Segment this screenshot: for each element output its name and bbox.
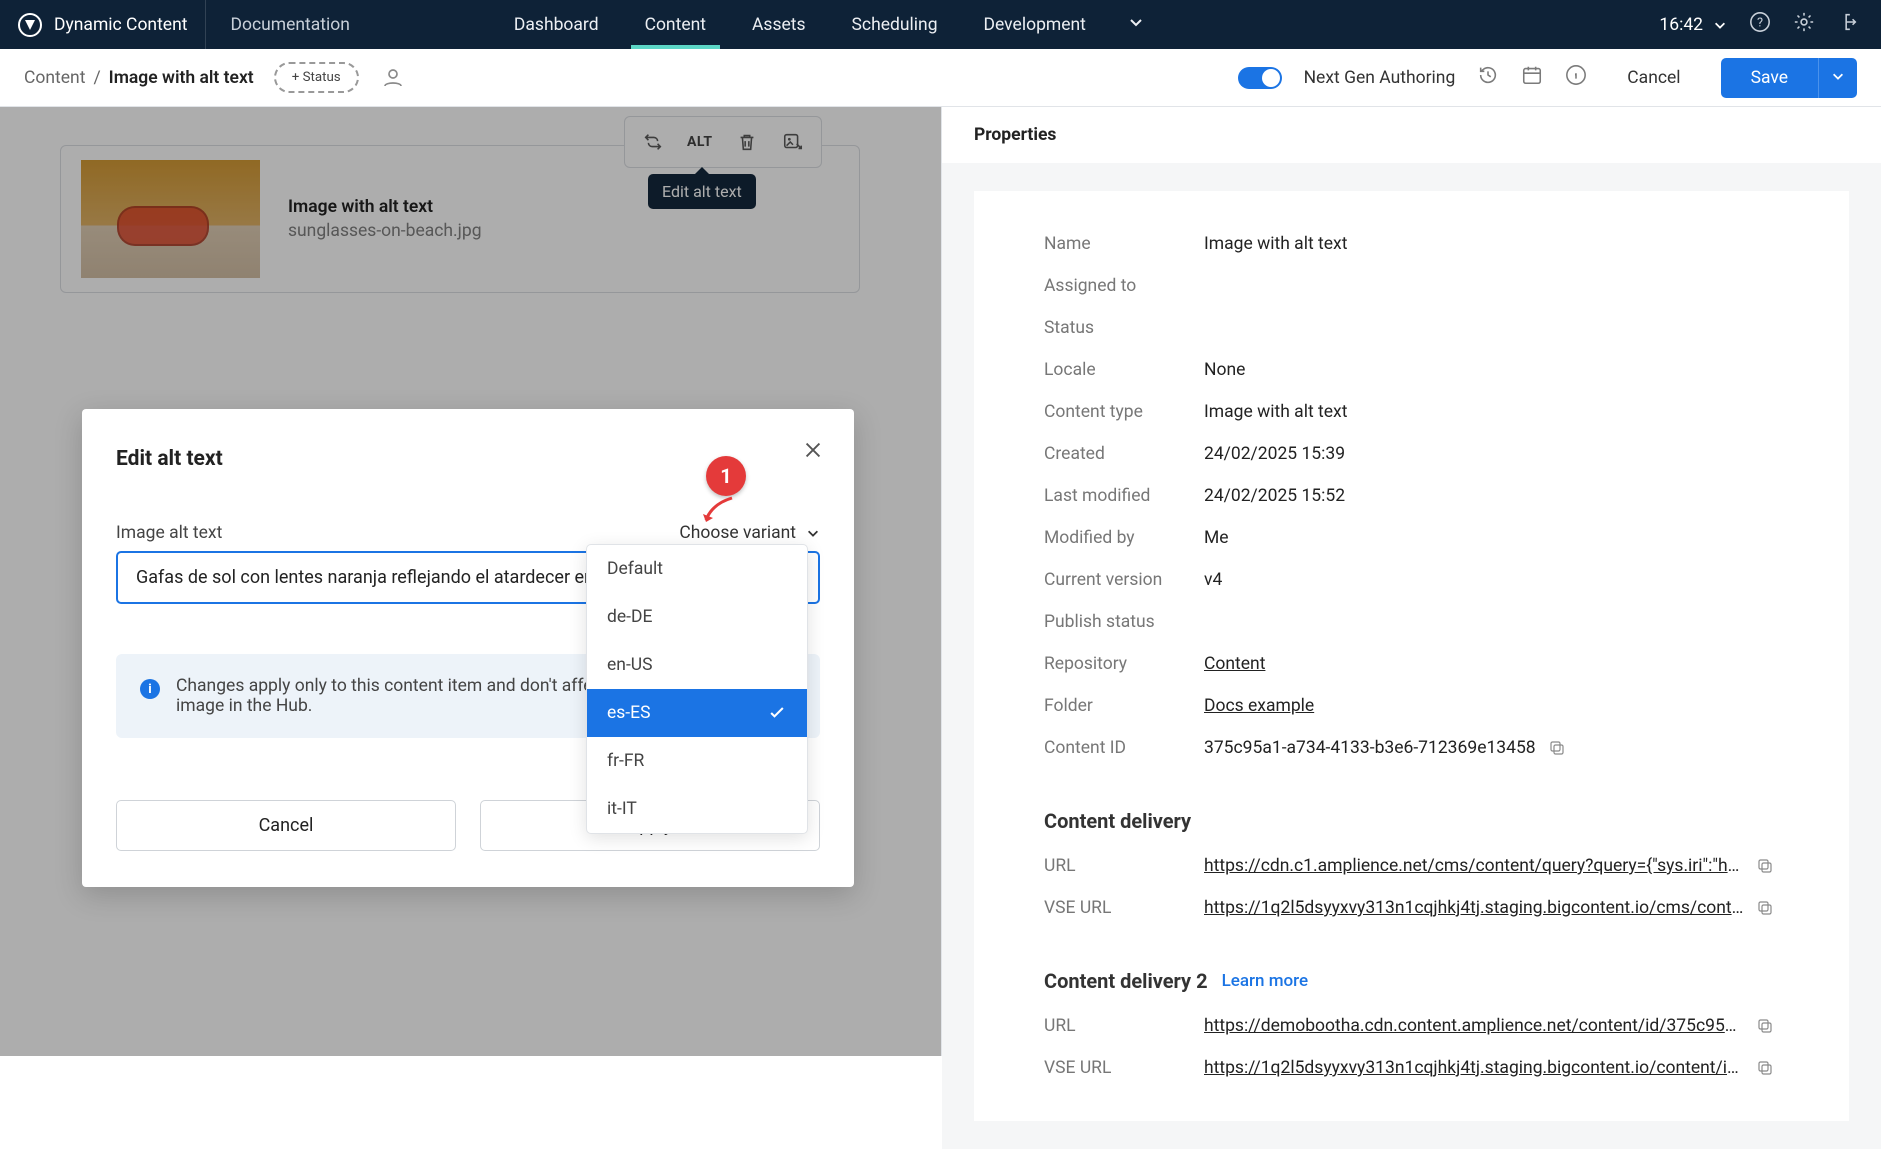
variant-option-es-ES[interactable]: es-ES — [587, 689, 807, 737]
copy-icon[interactable] — [1756, 857, 1774, 875]
copy-icon[interactable] — [1756, 1059, 1774, 1077]
brand-logo-icon — [18, 13, 42, 37]
v-ver: v4 — [1204, 570, 1222, 590]
chevron-down-icon — [1831, 69, 1845, 83]
v-d1-url[interactable]: https://cdn.c1.amplience.net/cms/content… — [1204, 856, 1744, 876]
v-created: 24/02/2025 15:39 — [1204, 444, 1345, 464]
chevron-down-icon — [1713, 18, 1727, 32]
save-more-button[interactable] — [1818, 58, 1857, 98]
k-repo: Repository — [1044, 654, 1204, 674]
annotation-badge-1: 1 — [706, 456, 746, 496]
nav-more-chevron-down-icon[interactable] — [1128, 14, 1144, 35]
k-d1-url: URL — [1044, 856, 1204, 876]
learn-more-link[interactable]: Learn more — [1222, 971, 1309, 991]
variant-option-en-US[interactable]: en-US — [587, 641, 807, 689]
copy-icon[interactable] — [1756, 1017, 1774, 1035]
k-d2-vse: VSE URL — [1044, 1058, 1204, 1078]
nav-assets[interactable]: Assets — [752, 0, 806, 49]
info-circle-icon: i — [140, 679, 160, 699]
v-folder[interactable]: Docs example — [1204, 696, 1314, 716]
topbar-subtitle: Documentation — [206, 15, 373, 35]
v-d2-url[interactable]: https://demobootha.cdn.content.amplience… — [1204, 1016, 1744, 1036]
crumb-current: Image with alt text — [109, 68, 254, 88]
section-delivery-2: Content delivery 2Learn more — [1044, 969, 1779, 993]
topbar: Dynamic Content Documentation Dashboard … — [0, 0, 1881, 49]
close-icon[interactable] — [802, 439, 824, 466]
k-modified: Last modified — [1044, 486, 1204, 506]
k-folder: Folder — [1044, 696, 1204, 716]
modal-cancel-button[interactable]: Cancel — [116, 800, 456, 851]
gear-icon[interactable] — [1793, 11, 1815, 38]
alt-text-label: Image alt text — [116, 523, 222, 543]
variant-option-label: es-ES — [607, 703, 651, 723]
v-d2-vse[interactable]: https://1q2l5dsyyxvy313n1cqjhkj4tj.stagi… — [1204, 1058, 1744, 1078]
v-locale: None — [1204, 360, 1245, 380]
variant-dropdown: Default de-DE en-US es-ES fr-FR it-IT — [586, 544, 808, 834]
k-modby: Modified by — [1044, 528, 1204, 548]
k-status: Status — [1044, 318, 1204, 338]
properties-header: Properties — [942, 107, 1881, 163]
v-modby: Me — [1204, 528, 1229, 548]
choose-variant-label: Choose variant — [679, 523, 796, 543]
k-ctype: Content type — [1044, 402, 1204, 422]
section-delivery-1: Content delivery — [1044, 809, 1779, 833]
clock[interactable]: 16:42 — [1659, 15, 1727, 35]
assignee-avatar-icon[interactable] — [379, 64, 407, 92]
v-cid: 375c95a1-a734-4133-b3e6-712369e13458 — [1204, 738, 1536, 758]
brand: Dynamic Content — [0, 0, 206, 49]
v-ctype: Image with alt text — [1204, 402, 1347, 422]
nav-dashboard[interactable]: Dashboard — [514, 0, 599, 49]
canvas: Image with alt text sunglasses-on-beach.… — [0, 107, 941, 1056]
clock-time: 16:42 — [1659, 15, 1703, 35]
info-icon[interactable] — [1565, 64, 1587, 91]
logout-icon[interactable] — [1837, 11, 1859, 38]
svg-text:?: ? — [1757, 16, 1763, 31]
breadcrumb: Content / Image with alt text — [24, 68, 254, 88]
k-cid: Content ID — [1044, 738, 1204, 758]
cancel-link[interactable]: Cancel — [1627, 68, 1680, 88]
brand-name: Dynamic Content — [54, 15, 187, 35]
chevron-down-icon — [806, 526, 820, 540]
copy-icon[interactable] — [1756, 899, 1774, 917]
nextgen-label: Next Gen Authoring — [1304, 68, 1456, 88]
k-d1-vse: VSE URL — [1044, 898, 1204, 918]
v-d1-vse[interactable]: https://1q2l5dsyyxvy313n1cqjhkj4tj.stagi… — [1204, 898, 1744, 918]
nav-development[interactable]: Development — [984, 0, 1086, 49]
crumb-sep: / — [93, 68, 100, 88]
v-name: Image with alt text — [1204, 234, 1347, 254]
calendar-icon[interactable] — [1521, 64, 1543, 91]
v-modified: 24/02/2025 15:52 — [1204, 486, 1345, 506]
k-created: Created — [1044, 444, 1204, 464]
copy-icon[interactable] — [1548, 739, 1566, 757]
subbar: Content / Image with alt text + Status N… — [0, 49, 1881, 107]
k-pubstat: Publish status — [1044, 612, 1204, 632]
v-repo[interactable]: Content — [1204, 654, 1265, 674]
nextgen-toggle[interactable] — [1238, 67, 1282, 89]
history-icon[interactable] — [1477, 64, 1499, 91]
nav-content[interactable]: Content — [645, 0, 706, 49]
choose-variant-button[interactable]: Choose variant — [679, 523, 820, 543]
check-icon — [767, 703, 787, 723]
help-icon[interactable]: ? — [1749, 11, 1771, 38]
variant-option-it-IT[interactable]: it-IT — [587, 785, 807, 833]
nav-scheduling[interactable]: Scheduling — [852, 0, 938, 49]
properties-panel: Properties NameImage with alt text Assig… — [941, 107, 1881, 1056]
variant-option-default[interactable]: Default — [587, 545, 807, 593]
crumb-content[interactable]: Content — [24, 68, 85, 88]
k-d2-url: URL — [1044, 1016, 1204, 1036]
k-locale: Locale — [1044, 360, 1204, 380]
k-assigned: Assigned to — [1044, 276, 1204, 296]
save-button[interactable]: Save — [1721, 58, 1818, 98]
main-nav: Dashboard Content Assets Scheduling Deve… — [514, 0, 1144, 49]
add-status-button[interactable]: + Status — [274, 62, 359, 93]
k-ver: Current version — [1044, 570, 1204, 590]
annotation-arrow-icon — [702, 496, 738, 526]
k-name: Name — [1044, 234, 1204, 254]
variant-option-de-DE[interactable]: de-DE — [587, 593, 807, 641]
variant-option-fr-FR[interactable]: fr-FR — [587, 737, 807, 785]
